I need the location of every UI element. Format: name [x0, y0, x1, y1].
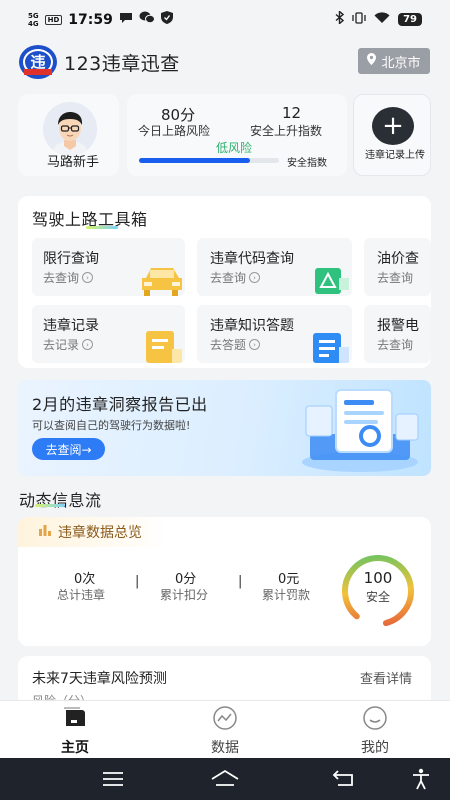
safety-score-value: 100: [363, 569, 393, 587]
report-illustration-icon: [302, 389, 419, 472]
chevron-right-icon: ›: [249, 339, 261, 350]
tab-home[interactable]: 主页: [30, 706, 120, 757]
bar-chart-icon: [38, 524, 52, 540]
bluetooth-icon: [335, 9, 345, 27]
tile-police-phone[interactable]: 报警电 去查询: [364, 305, 431, 363]
tile-restriction-query[interactable]: 限行查询 去查询 ›: [32, 238, 185, 296]
car-icon: [140, 264, 185, 296]
divider: |: [135, 574, 140, 589]
status-time: 17:59: [68, 11, 113, 28]
add-record-button[interactable]: +: [372, 107, 414, 145]
tile-sub[interactable]: 去查询 ›: [210, 269, 261, 286]
total-fines-value: 0元: [278, 572, 300, 587]
back-icon[interactable]: [332, 769, 356, 791]
plus-icon: +: [382, 111, 404, 141]
title-underline: [35, 504, 65, 507]
risk-level-label: 低风险: [216, 141, 253, 155]
city-label: 北京市: [381, 55, 421, 71]
svg-text:违: 违: [30, 53, 45, 71]
upload-record-label: 违章记录上传: [365, 150, 425, 161]
feed-title: 动态信息流: [19, 491, 102, 510]
shield-icon: [160, 11, 173, 28]
tile-violation-record[interactable]: 违章记录 去记录 ›: [32, 305, 185, 363]
total-fines-label: 累计罚款: [262, 588, 311, 602]
app-title: 123违章迅查: [64, 53, 180, 75]
wechat-icon: [139, 11, 155, 28]
home-nav-icon[interactable]: [210, 769, 240, 791]
safety-index-caption: 安全指数: [287, 158, 327, 169]
tile-title: 报警电: [377, 318, 419, 334]
tile-sub[interactable]: 去记录 ›: [43, 336, 94, 353]
tile-sub: 去查询: [377, 338, 414, 352]
safety-progress-fill: [139, 158, 250, 163]
wifi-icon: [374, 11, 390, 27]
tab-data[interactable]: 数据: [180, 706, 270, 757]
view-report-button[interactable]: 去查阅→: [32, 438, 105, 460]
menu-icon[interactable]: [102, 771, 124, 791]
safety-score-label: 安全: [365, 590, 390, 604]
tile-title: 油价查: [377, 251, 419, 267]
summary-tag: 违章数据总览: [18, 517, 168, 547]
tile-violation-code-query[interactable]: 违章代码查询 去查询 ›: [197, 238, 352, 296]
total-points-label: 累计扣分: [160, 588, 209, 602]
avatar[interactable]: [43, 102, 97, 156]
app-logo-icon: 违: [18, 44, 58, 80]
tab-profile[interactable]: 我的: [330, 706, 420, 757]
home-icon: [62, 706, 88, 734]
hd-badge: HD: [44, 14, 63, 25]
total-violations-label: 总计违章: [57, 588, 106, 602]
summary-tag-label: 违章数据总览: [58, 525, 142, 541]
location-pin-icon: [367, 53, 377, 69]
tile-sub[interactable]: 去查询 ›: [43, 269, 94, 286]
code-chip-icon: [313, 266, 351, 296]
vibrate-icon: [352, 11, 366, 27]
tile-title: 限行查询: [43, 251, 99, 267]
title-underline: [86, 226, 118, 229]
total-points-value: 0分: [175, 572, 197, 587]
city-selector[interactable]: 北京市: [358, 48, 430, 74]
tile-sub[interactable]: 去答题 ›: [210, 336, 261, 353]
chevron-right-icon: ›: [249, 272, 261, 283]
accessibility-icon[interactable]: [411, 768, 431, 794]
tile-title: 违章代码查询: [210, 251, 294, 267]
risk-score-label: 今日上路风险: [138, 124, 211, 138]
chevron-right-icon: ›: [82, 272, 94, 283]
tile-title: 违章知识答题: [210, 318, 294, 334]
tile-oil-price-query[interactable]: 油价查 去查询: [364, 238, 431, 296]
total-violations-value: 0次: [74, 572, 96, 587]
user-name: 马路新手: [46, 155, 99, 170]
data-chart-icon: [212, 706, 238, 734]
chat-bubble-icon: [119, 12, 133, 28]
chevron-right-icon: ›: [82, 339, 94, 350]
status-right: 79: [335, 9, 422, 27]
status-left: 5G 4G HD 17:59: [28, 11, 173, 28]
safety-index-value: 12: [282, 104, 302, 122]
notebook-icon: [144, 329, 184, 363]
tile-title: 违章记录: [43, 318, 99, 334]
divider: |: [238, 574, 243, 589]
tile-violation-quiz[interactable]: 违章知识答题 去答题 ›: [197, 305, 352, 363]
banner-title: 2月的违章洞察报告已出: [32, 395, 208, 414]
safety-index-label: 安全上升指数: [250, 124, 323, 138]
forecast-title: 未来7天违章风险预测: [32, 671, 167, 687]
quiz-book-icon: [311, 331, 351, 363]
battery-indicator: 79: [398, 12, 422, 26]
signal-indicator: 5G 4G: [28, 11, 39, 28]
tile-sub: 去查询: [377, 271, 414, 285]
view-details-link[interactable]: 查看详情: [360, 668, 412, 687]
banner-subtitle: 可以查阅自己的驾驶行为数据啦!: [32, 419, 191, 432]
smile-face-icon: [362, 706, 388, 734]
